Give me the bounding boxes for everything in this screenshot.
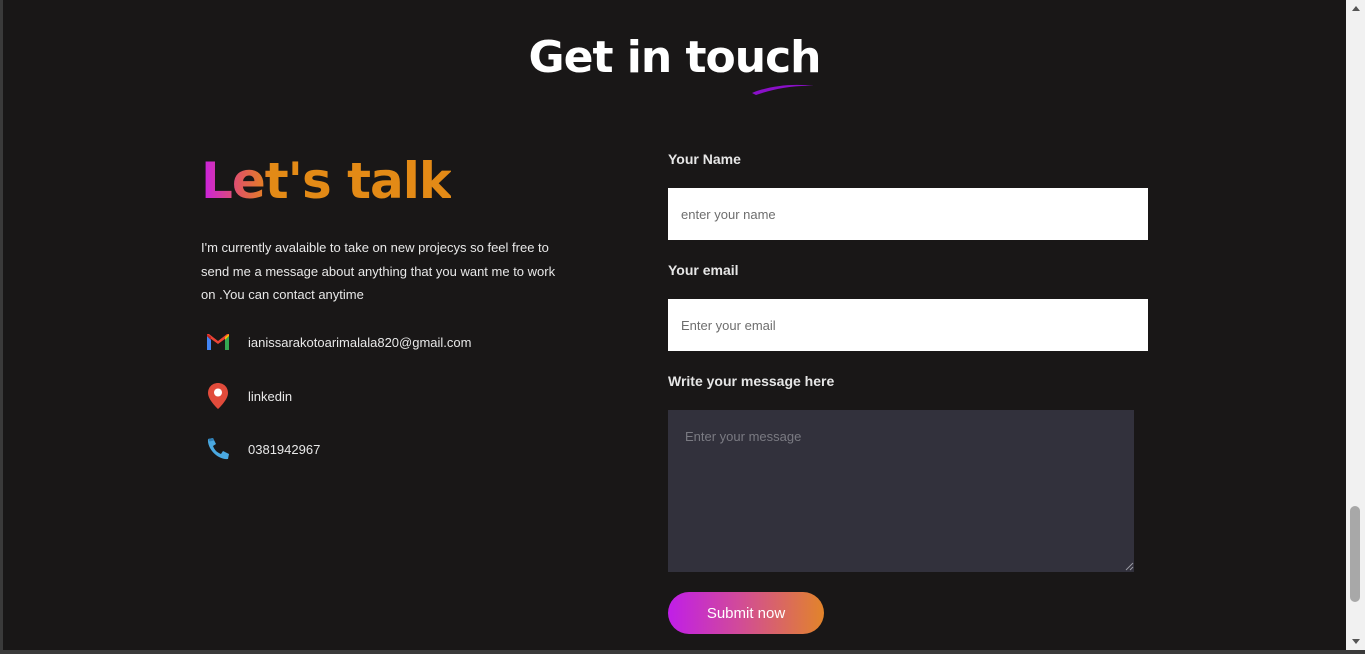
contact-section: Get in touch Let's talk I'm currently av…	[3, 0, 1346, 650]
scroll-down-icon[interactable]	[1346, 633, 1365, 650]
contact-linkedin-text[interactable]: linkedin	[248, 389, 292, 404]
location-pin-icon	[203, 381, 233, 411]
section-title: Get in touch	[528, 32, 821, 83]
name-input[interactable]	[668, 188, 1148, 240]
scrollbar-thumb[interactable]	[1350, 505, 1360, 602]
lets-talk-heading: Let's talk	[201, 152, 452, 210]
email-input[interactable]	[668, 299, 1148, 351]
phone-icon	[203, 434, 233, 464]
contact-email-row: ianissarakotoarimalala820@gmail.com	[203, 327, 471, 357]
resize-handle-icon[interactable]	[1125, 562, 1134, 571]
message-label: Write your message here	[668, 373, 835, 389]
gmail-icon	[203, 327, 233, 357]
name-label: Your Name	[668, 151, 741, 167]
vertical-scrollbar[interactable]	[1346, 0, 1365, 650]
scroll-up-icon[interactable]	[1346, 0, 1365, 17]
contact-linkedin-row[interactable]: linkedin	[203, 381, 292, 411]
window-bottom-border	[0, 650, 1365, 654]
email-label: Your email	[668, 262, 739, 278]
title-underline-decoration	[752, 84, 814, 95]
contact-email-text: ianissarakotoarimalala820@gmail.com	[248, 334, 472, 350]
message-textarea[interactable]	[668, 410, 1134, 572]
submit-button[interactable]: Submit now	[668, 592, 824, 634]
contact-phone-row: 0381942967	[203, 434, 320, 464]
intro-text: I'm currently avalaible to take on new p…	[201, 240, 556, 302]
contact-phone-text: 0381942967	[248, 441, 321, 457]
